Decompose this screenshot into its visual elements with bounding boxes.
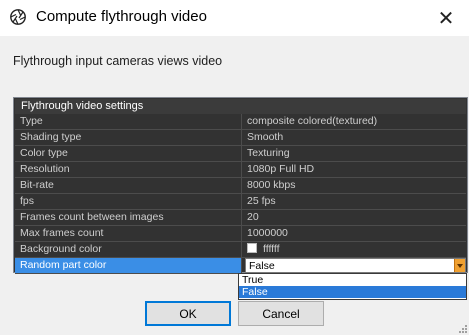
property-name: Resolution [15,162,242,177]
property-row-frames-between-images[interactable]: Frames count between images 20 [15,210,466,226]
property-row-background-color[interactable]: Background color ffffff [15,242,466,258]
close-icon: ✕ [437,6,455,30]
property-row-random-part-color[interactable]: Random part color False [15,258,466,274]
dropdown-option-true[interactable]: True [239,274,466,286]
color-swatch[interactable] [247,243,257,253]
color-hex: ffffff [263,243,280,255]
property-name: Shading type [15,130,242,145]
ok-button[interactable]: OK [145,301,231,326]
aperture-app-icon [10,9,26,25]
property-name: Bit-rate [15,178,242,193]
property-row-shading-type[interactable]: Shading type Smooth [15,130,466,146]
property-name: Max frames count [15,226,242,241]
property-name: Background color [15,242,242,257]
resize-grip-icon[interactable] [457,323,467,333]
property-name: fps [15,194,242,209]
title-bar: Compute flythrough video ✕ [0,0,469,36]
combo-dropdown-list: True False [238,273,467,300]
property-row-color-type[interactable]: Color type Texturing [15,146,466,162]
property-value[interactable]: Smooth [245,130,466,145]
property-row-type[interactable]: Type composite colored(textured) [15,114,466,130]
combo-arrow-icon[interactable] [454,259,465,272]
property-grid: Flythrough video settings Type composite… [13,97,468,274]
property-name: Color type [15,146,242,161]
window-title: Compute flythrough video [36,8,207,25]
cancel-button[interactable]: Cancel [238,301,324,326]
property-value[interactable]: composite colored(textured) [245,114,466,129]
property-value[interactable]: 1000000 [245,226,466,241]
random-part-color-combo[interactable]: False [245,258,466,273]
property-value[interactable]: 1080p Full HD [245,162,466,177]
property-row-bit-rate[interactable]: Bit-rate 8000 kbps [15,178,466,194]
property-value[interactable]: 8000 kbps [245,178,466,193]
property-value[interactable]: 25 fps [245,194,466,209]
property-value[interactable]: 20 [245,210,466,225]
combo-value: False [249,260,275,272]
close-button[interactable]: ✕ [423,0,469,36]
dropdown-option-false[interactable]: False [239,286,466,298]
property-row-max-frames-count[interactable]: Max frames count 1000000 [15,226,466,242]
property-row-fps[interactable]: fps 25 fps [15,194,466,210]
property-name: Random part color [15,258,242,273]
property-name: Type [15,114,242,129]
property-value[interactable]: Texturing [245,146,466,161]
dialog-description: Flythrough input cameras views video [13,54,223,68]
property-row-resolution[interactable]: Resolution 1080p Full HD [15,162,466,178]
group-header: Flythrough video settings [15,99,466,114]
property-name: Frames count between images [15,210,242,225]
property-value[interactable]: ffffff [245,242,466,257]
